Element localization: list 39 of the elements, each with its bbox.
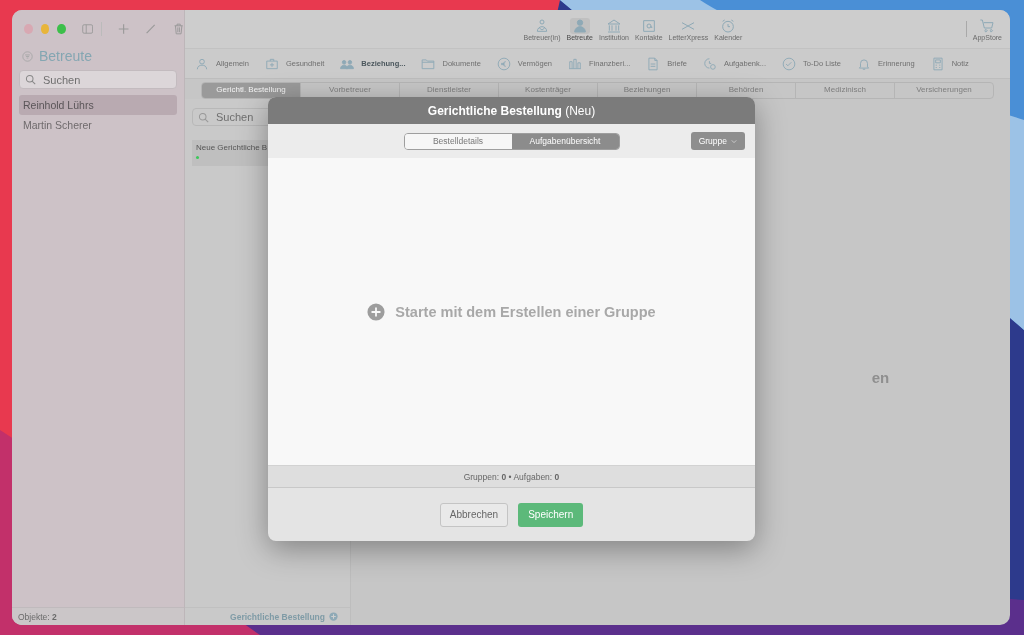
filter-icon[interactable] <box>22 50 33 62</box>
search-icon <box>198 112 209 123</box>
sidebar-title: Betreute <box>39 48 92 64</box>
dialog-title: Gerichtliche Bestellung (Neu) <box>427 103 596 118</box>
sidebar-item[interactable]: Martin Scherer <box>19 115 177 135</box>
minimize-icon[interactable] <box>40 24 50 34</box>
document-icon <box>646 56 661 71</box>
save-button[interactable]: Speichern <box>518 502 584 527</box>
folder-icon <box>421 56 436 71</box>
summary-text: Gruppen: 0 • Aufgaben: 0 <box>463 471 560 482</box>
add-order-button[interactable]: Gerichtliche Bestellung <box>230 611 338 622</box>
pencil-icon[interactable] <box>145 23 157 35</box>
plus-icon[interactable] <box>118 23 130 35</box>
segment-tab[interactable]: Medizinisch <box>795 83 894 98</box>
segment-tab[interactable]: Bestelldetails <box>404 133 512 149</box>
chevron-down-icon <box>731 138 737 144</box>
sidebar-toggle-icon[interactable] <box>82 23 94 35</box>
close-icon[interactable] <box>24 24 33 34</box>
empty-state-text: Starte mit dem Erstellen einer Gruppe <box>395 303 656 320</box>
segment-tab[interactable]: Gerichtl. Bestellung <box>202 83 300 98</box>
group-dropdown-button[interactable]: Gruppe <box>690 132 745 150</box>
bell-icon <box>857 56 871 71</box>
medical-kit-icon <box>264 56 279 71</box>
segment-tab[interactable]: Aufgabenübersicht <box>511 133 619 149</box>
cancel-button[interactable]: Abbrechen <box>439 502 509 527</box>
search-icon <box>25 74 36 85</box>
trash-icon[interactable] <box>172 23 184 35</box>
bar-chart-icon <box>568 56 583 71</box>
person-icon <box>569 17 590 34</box>
object-count: Objekte: 2 <box>18 611 57 622</box>
zoom-icon[interactable] <box>57 24 66 34</box>
add-icon[interactable] <box>367 302 386 321</box>
person-icon <box>195 56 209 71</box>
search-field[interactable]: Suchen <box>19 70 177 89</box>
plus-circle-icon <box>329 612 338 621</box>
segment-tab[interactable]: Versicherungen <box>894 83 993 98</box>
item-title: Neue Gerichtliche B <box>196 143 269 152</box>
sidebar-item[interactable]: Reinhold Lührs <box>19 95 177 115</box>
calculator-icon <box>930 56 945 71</box>
